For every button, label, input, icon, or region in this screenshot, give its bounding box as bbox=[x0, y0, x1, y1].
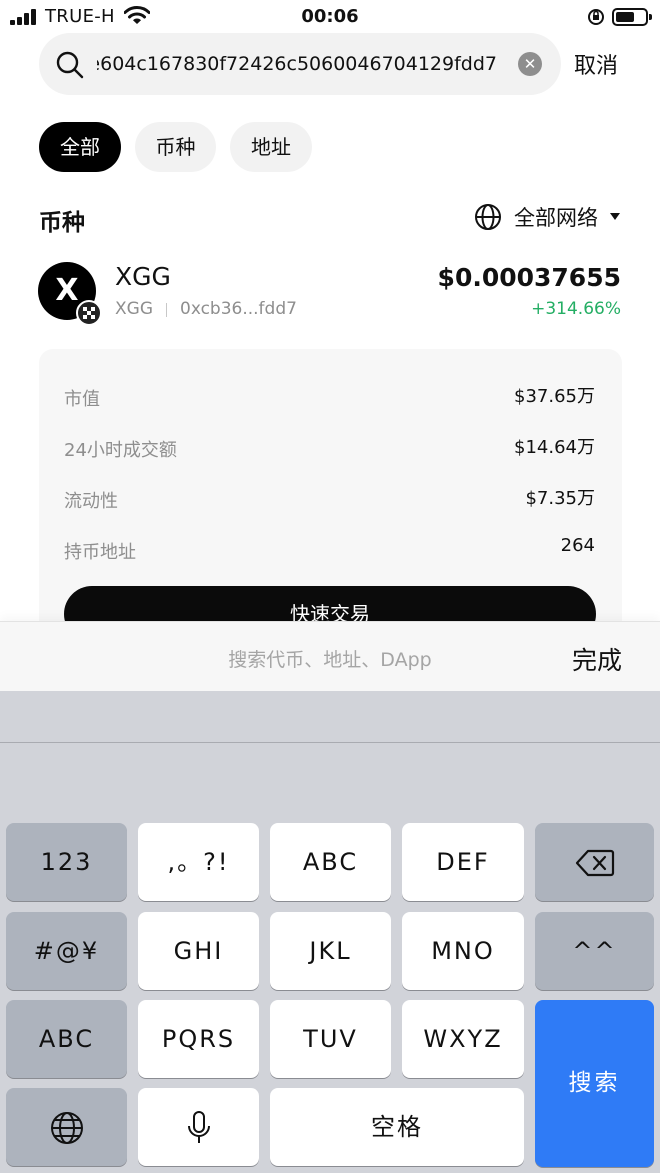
key-emoticon[interactable]: ^^ bbox=[535, 912, 654, 990]
key-punctuation[interactable]: ,。?! bbox=[138, 823, 259, 901]
search-key[interactable]: 搜索 bbox=[535, 1000, 654, 1167]
key-mno[interactable]: MNO bbox=[402, 912, 524, 990]
tab-tokens[interactable]: 币种 bbox=[135, 122, 216, 172]
key-def[interactable]: DEF bbox=[402, 823, 524, 901]
token-name[interactable]: XGG bbox=[115, 262, 171, 291]
stat-label-volume: 24小时成交额 bbox=[64, 440, 177, 461]
language-key[interactable] bbox=[6, 1088, 127, 1166]
key-symbols[interactable]: #@¥ bbox=[6, 912, 127, 990]
caret-down-icon bbox=[610, 213, 620, 220]
chain-badge-icon bbox=[76, 300, 102, 326]
stat-label-liquidity: 流动性 bbox=[64, 491, 118, 512]
clear-icon[interactable]: ✕ bbox=[518, 52, 542, 76]
search-query-text[interactable]: 362e604c167830f72426c5060046704129fdd7 bbox=[97, 33, 497, 95]
key-wxyz[interactable]: WXYZ bbox=[402, 1000, 524, 1078]
search-placeholder: 搜索代币、地址、DApp bbox=[228, 649, 432, 671]
keyboard: 123 ,。?! ABC DEF #@¥ GHI JKL MNO ^^ ABC … bbox=[0, 691, 660, 1173]
key-ghi[interactable]: GHI bbox=[138, 912, 259, 990]
tab-all[interactable]: 全部 bbox=[39, 122, 121, 172]
key-tuv[interactable]: TUV bbox=[270, 1000, 391, 1078]
key-jkl[interactable]: JKL bbox=[270, 912, 391, 990]
search-icon bbox=[56, 51, 84, 79]
token-symbol: XGG bbox=[115, 299, 153, 319]
stat-value-volume: $14.64万 bbox=[514, 437, 595, 458]
token-change: +314.66% bbox=[531, 299, 621, 319]
key-abc-switch[interactable]: ABC bbox=[6, 1000, 127, 1078]
status-bar: TRUE-H 00:06 bbox=[0, 0, 660, 34]
network-label: 全部网络 bbox=[514, 206, 598, 230]
stat-label-market-cap: 市值 bbox=[64, 389, 100, 410]
space-key[interactable]: 空格 bbox=[270, 1088, 524, 1166]
microphone-icon bbox=[187, 1111, 210, 1143]
tab-addresses[interactable]: 地址 bbox=[230, 122, 312, 172]
divider bbox=[166, 303, 167, 317]
backspace-key[interactable] bbox=[535, 823, 654, 901]
section-title: 币种 bbox=[39, 210, 85, 236]
battery-icon bbox=[612, 8, 652, 26]
dictation-key[interactable] bbox=[138, 1088, 259, 1166]
done-button[interactable]: 完成 bbox=[572, 641, 622, 677]
stat-value-liquidity: $7.35万 bbox=[525, 488, 595, 509]
search-input[interactable]: 362e604c167830f72426c5060046704129fdd7 ✕ bbox=[39, 33, 561, 95]
key-pqrs[interactable]: PQRS bbox=[138, 1000, 259, 1078]
key-123[interactable]: 123 bbox=[6, 823, 127, 901]
stat-label-holders: 持币地址 bbox=[64, 542, 136, 563]
stat-value-market-cap: $37.65万 bbox=[514, 386, 595, 407]
keyboard-divider bbox=[0, 742, 660, 743]
keyboard-accessory-bar: 搜索代币、地址、DApp 完成 bbox=[0, 621, 660, 691]
token-price: $0.00037655 bbox=[437, 263, 621, 292]
backspace-icon bbox=[575, 849, 614, 877]
cancel-button[interactable]: 取消 bbox=[574, 48, 618, 80]
key-abc[interactable]: ABC bbox=[270, 823, 391, 901]
clock: 00:06 bbox=[301, 6, 359, 27]
orientation-lock-icon bbox=[588, 9, 604, 25]
stat-value-holders: 264 bbox=[560, 535, 595, 556]
globe-icon bbox=[475, 204, 501, 230]
token-address: 0xcb36...fdd7 bbox=[180, 299, 297, 319]
globe-icon bbox=[50, 1112, 83, 1144]
